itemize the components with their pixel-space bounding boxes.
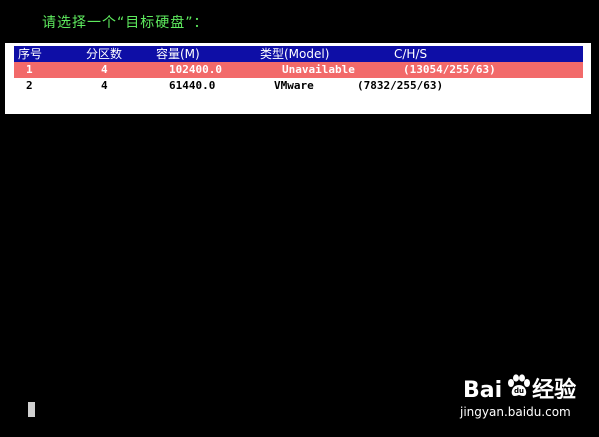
header-capacity: 容量(M) bbox=[156, 47, 200, 61]
row-capacity: 102400.0 bbox=[169, 63, 222, 76]
row-index: 1 bbox=[26, 63, 33, 76]
svg-text:du: du bbox=[514, 387, 524, 395]
table-header: 序号 分区数 容量(M) 类型(Model) C/H/S bbox=[14, 46, 583, 62]
row-chs: (7832/255/63) bbox=[357, 79, 444, 92]
header-model: 类型(Model) bbox=[260, 47, 330, 61]
header-index: 序号 bbox=[18, 47, 43, 61]
disk-row-2[interactable]: 2 4 61440.0 VMware (7832/255/63) bbox=[14, 78, 583, 94]
row-model: Unavailable bbox=[282, 63, 355, 76]
header-chs: C/H/S bbox=[394, 47, 428, 61]
row-index: 2 bbox=[26, 79, 33, 92]
watermark-logo-left: Bai bbox=[463, 378, 503, 403]
row-capacity: 61440.0 bbox=[169, 79, 216, 92]
text-cursor bbox=[28, 402, 35, 417]
row-partitions: 4 bbox=[101, 79, 108, 92]
prompt-text: 请选择一个“目标硬盘”： bbox=[42, 15, 209, 31]
row-model: VMware bbox=[274, 79, 314, 92]
paw-icon: du bbox=[508, 374, 530, 396]
baidu-jingyan-watermark: Bai 经验 du jingyan.baidu.com bbox=[460, 372, 590, 428]
row-chs: (13054/255/63) bbox=[403, 63, 496, 76]
watermark-url: jingyan.baidu.com bbox=[460, 405, 571, 419]
disk-row-1[interactable]: 1 4 102400.0 Unavailable (13054/255/63) bbox=[14, 62, 583, 78]
watermark-logo-right: 经验 bbox=[532, 378, 577, 403]
header-partitions: 分区数 bbox=[86, 47, 123, 61]
disk-selection-table: 序号 分区数 容量(M) 类型(Model) C/H/S 1 4 102400.… bbox=[5, 43, 591, 114]
row-partitions: 4 bbox=[101, 63, 108, 76]
